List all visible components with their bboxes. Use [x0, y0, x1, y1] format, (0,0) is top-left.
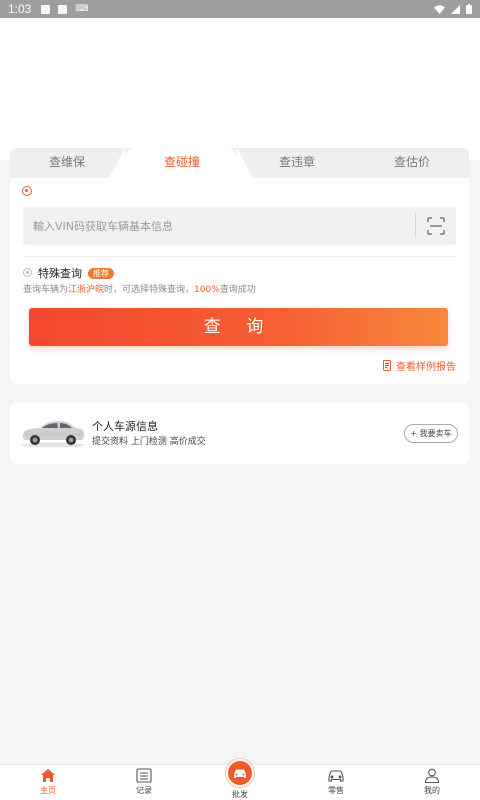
keyboard-notification-icon: ⌨ — [75, 4, 89, 14]
tab-maintenance[interactable]: 查维保 — [12, 148, 122, 178]
recommend-badge: 推荐 — [88, 268, 114, 279]
header-banner-area — [0, 18, 480, 160]
nav-home-label: 主页 — [40, 786, 56, 795]
tab-collision[interactable]: 查碰撞 — [127, 148, 237, 178]
vin-query-radio[interactable] — [22, 186, 32, 196]
vin-field — [23, 207, 456, 245]
nav-wholesale[interactable]: 批发 — [192, 759, 288, 800]
car-card-title: 个人车源信息 — [92, 420, 158, 433]
status-bar: 1:03 ⌨ — [0, 0, 480, 18]
home-icon — [41, 769, 55, 782]
car-outline-icon — [328, 770, 344, 782]
sample-report-label: 查看样例报告 — [396, 362, 456, 373]
document-icon — [383, 360, 391, 371]
nav-profile[interactable]: 我的 — [384, 765, 480, 800]
special-query-radio[interactable] — [23, 268, 32, 277]
vin-divider — [415, 214, 416, 238]
sell-car-button[interactable]: + 我要卖车 — [404, 424, 458, 443]
nav-retail[interactable]: 零售 — [288, 765, 384, 800]
personal-car-card[interactable]: 个人车源信息 提交资料 上门检测 高价成交 + 我要卖车 — [10, 402, 469, 464]
image-notification-icon — [41, 4, 51, 14]
wifi-icon — [434, 4, 445, 14]
car-circle-icon — [234, 769, 246, 778]
nav-retail-label: 零售 — [328, 786, 344, 795]
nav-profile-label: 我的 — [424, 786, 440, 795]
scan-icon[interactable] — [427, 217, 445, 235]
divider — [23, 256, 456, 257]
list-icon — [136, 768, 152, 783]
desc-rate: 100% — [194, 285, 220, 295]
nav-records[interactable]: 记录 — [96, 765, 192, 800]
signal-icon — [451, 4, 460, 14]
tab-violation[interactable]: 查违章 — [242, 148, 352, 178]
bottom-nav: 主页 记录 批发 零售 我的 — [0, 759, 480, 800]
query-card: 查维保 查碰撞 查违章 查估价 特殊查询 推荐 查询车辆为江浙沪皖时，可选择特殊… — [10, 148, 469, 384]
sample-report-link[interactable]: 查看样例报告 — [382, 358, 456, 373]
desc-mid: 时，可选择特殊查询， — [104, 285, 195, 295]
wholesale-circle — [226, 759, 254, 787]
desc-suffix: 查询成功 — [219, 285, 256, 295]
car-card-subtitle: 提交资料 上门检测 高价成交 — [92, 437, 206, 447]
nav-home[interactable]: 主页 — [0, 765, 96, 800]
nav-wholesale-label: 批发 — [232, 790, 248, 799]
nav-records-label: 记录 — [136, 786, 152, 795]
query-tabs: 查维保 查碰撞 查违章 查估价 — [10, 148, 469, 178]
vin-input[interactable] — [33, 207, 403, 245]
desc-prefix: 查询车辆为 — [23, 285, 69, 295]
special-query-title[interactable]: 特殊查询 — [38, 265, 82, 281]
query-button[interactable]: 查 询 — [29, 308, 448, 346]
tab-valuation[interactable]: 查估价 — [357, 148, 467, 178]
battery-icon — [466, 4, 472, 14]
car-image — [22, 421, 85, 448]
status-time: 1:03 — [8, 2, 32, 16]
desc-region: 江浙沪皖 — [68, 285, 105, 295]
app-notification-icon — [58, 4, 68, 14]
person-icon — [424, 768, 440, 783]
special-query-description: 查询车辆为江浙沪皖时，可选择特殊查询，100%查询成功 — [23, 282, 256, 295]
